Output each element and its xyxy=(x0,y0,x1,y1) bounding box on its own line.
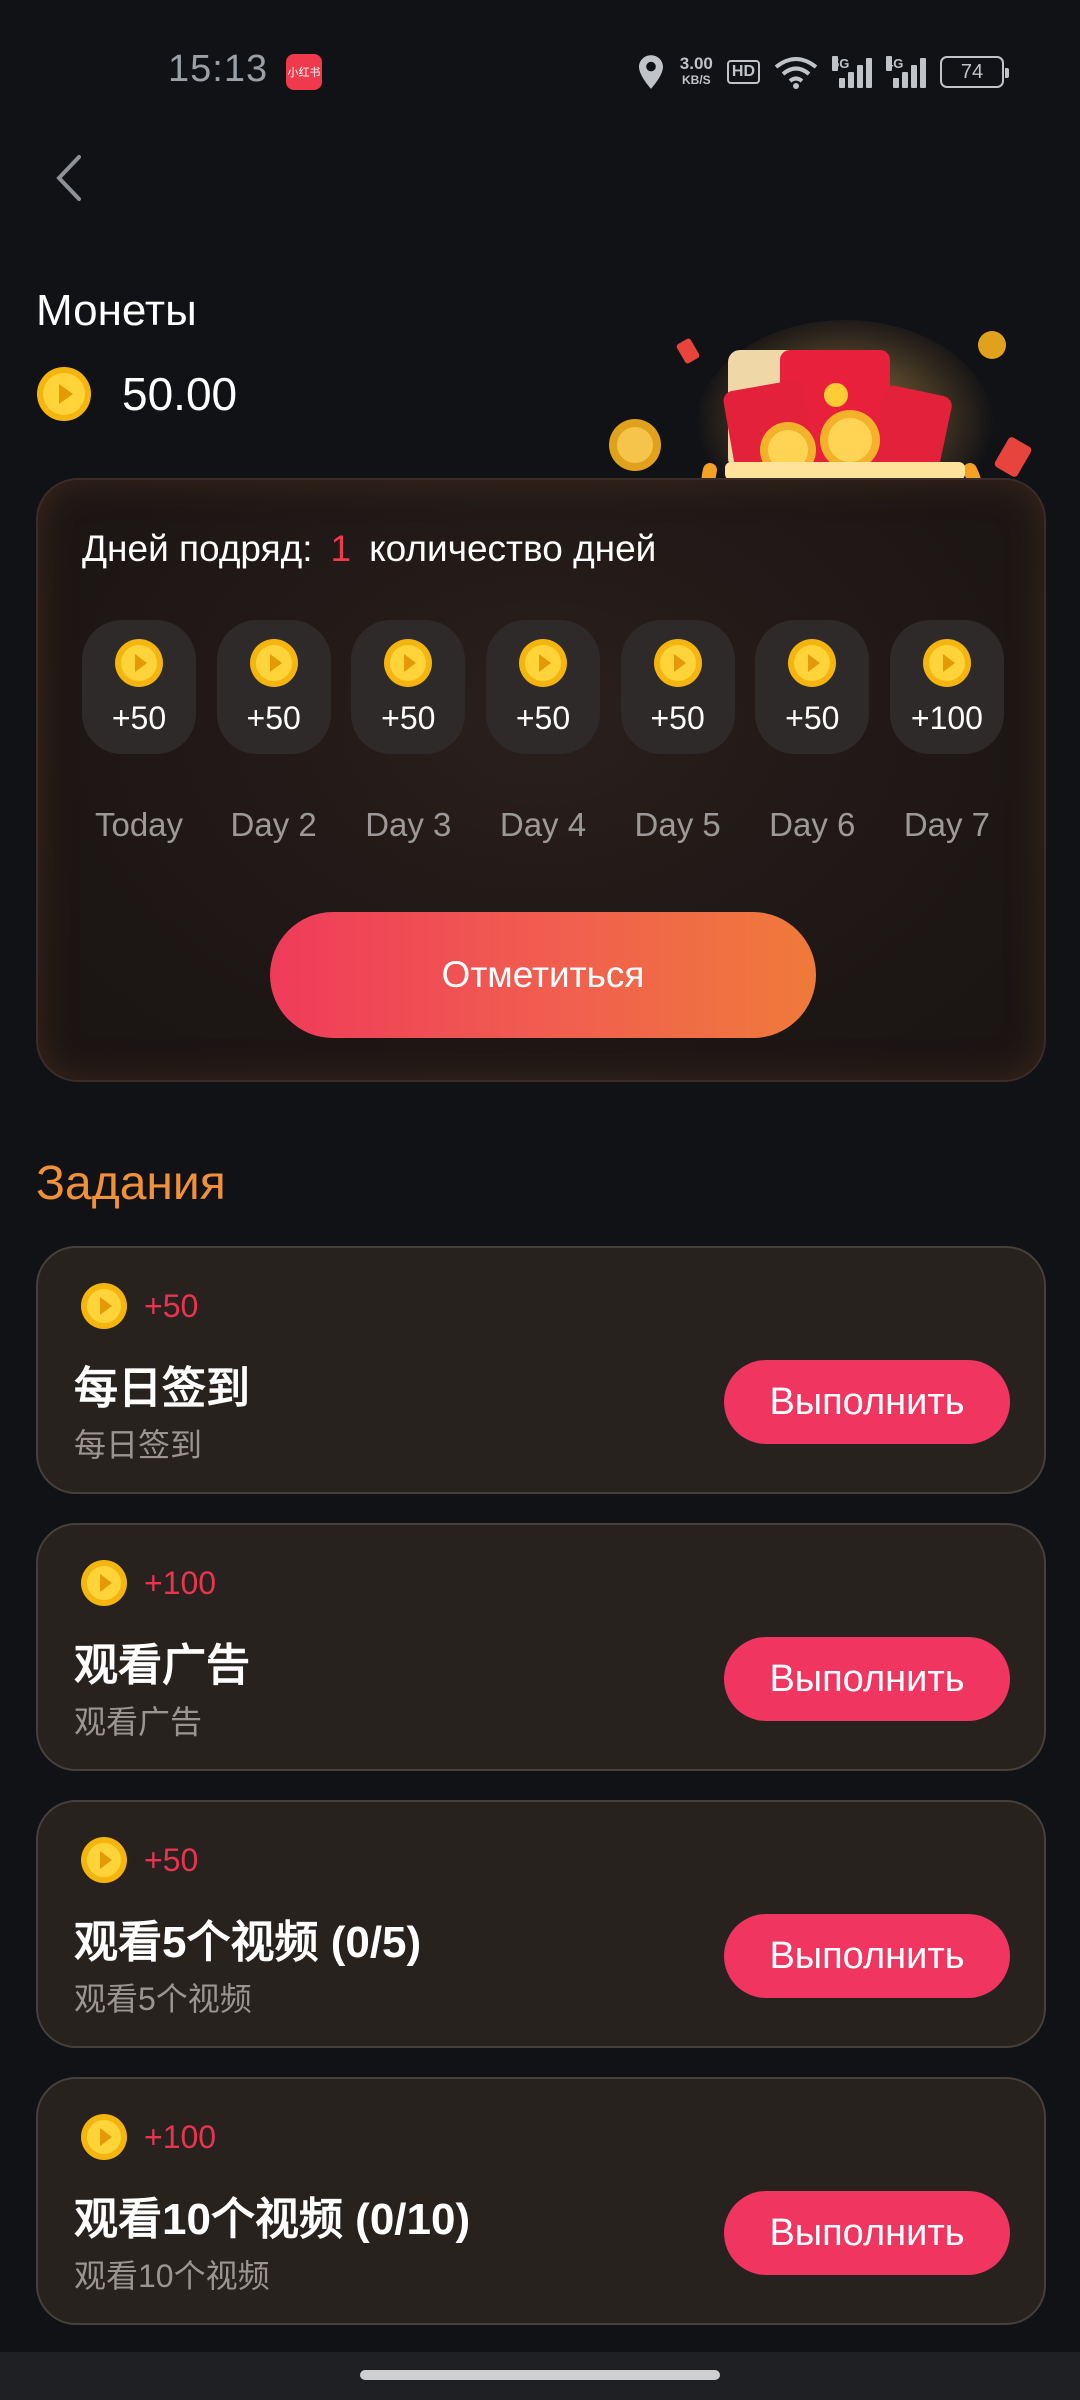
task-complete-button[interactable]: Выполнить xyxy=(724,1637,1010,1721)
day-label: Day 6 xyxy=(769,806,856,843)
coin-icon xyxy=(249,638,298,687)
checkin-button[interactable]: Отметиться xyxy=(270,912,816,1038)
coin-icon xyxy=(518,638,567,687)
task-reward-value: +100 xyxy=(144,1564,217,1601)
day-reward-value: +50 xyxy=(785,699,840,736)
day-reward-value: +50 xyxy=(111,699,167,736)
coin-icon xyxy=(37,367,91,421)
network-speed: 3.00 KB/S xyxy=(679,54,713,87)
task-description: 观看10个视频 xyxy=(74,2258,270,2294)
back-chevron-icon xyxy=(56,155,81,201)
checkin-card: Дней подряд: 1 количество дней +50 +50 +… xyxy=(36,478,1046,1082)
day-reward-item: +50 xyxy=(216,620,331,754)
streak-label: Дней подряд: xyxy=(82,528,313,569)
day-label: Today xyxy=(94,806,184,843)
status-icons: 3.00 KB/S HD 5G 4G 74 xyxy=(636,50,1009,94)
streak-count: 1 xyxy=(330,528,352,569)
coin-icon xyxy=(922,638,971,687)
status-bar: 15:13 小红书 3.00 KB/S HD 5G 4G 74 xyxy=(0,0,1080,140)
task-name: 观看10个视频 (0/10) xyxy=(74,2195,471,2244)
task-name: 观看广告 xyxy=(74,1641,250,1690)
task-card: +100 观看广告 观看广告 Выполнить xyxy=(36,1523,1046,1771)
task-description: 每日签到 xyxy=(74,1427,203,1463)
task-name: 每日签到 xyxy=(74,1364,250,1413)
tasks-section-title: Задания xyxy=(36,1157,226,1210)
day-reward-item: +50 xyxy=(485,620,600,754)
coin-icon xyxy=(653,638,702,687)
task-card: +50 每日签到 每日签到 Выполнить xyxy=(36,1246,1046,1494)
task-reward-value: +50 xyxy=(144,1841,199,1878)
status-time: 15:13 xyxy=(168,48,269,90)
day-reward-item: +50 xyxy=(620,620,735,754)
day-label: Day 7 xyxy=(903,806,991,843)
location-icon xyxy=(638,55,663,89)
balance-value: 50.00 xyxy=(122,368,238,420)
coin-icon xyxy=(788,638,837,687)
day-reward-value: +50 xyxy=(246,699,301,736)
day-reward-value: +50 xyxy=(650,699,705,736)
day-labels: Today Day 2 Day 3 Day 4 Day 5 Day 6 Day … xyxy=(82,806,1004,844)
task-card: +100 观看10个视频 (0/10) 观看10个视频 Выполнить xyxy=(36,2077,1046,2325)
coin-icon xyxy=(81,1560,127,1606)
task-reward-value: +100 xyxy=(144,2118,217,2155)
task-reward: +50 xyxy=(80,1836,198,1884)
day-reward-item: +50 xyxy=(351,620,466,754)
signal-icon: 5G xyxy=(832,56,872,88)
task-reward-value: +50 xyxy=(144,1287,199,1324)
streak-suffix: количество дней xyxy=(369,528,657,569)
home-indicator[interactable] xyxy=(360,2370,720,2380)
day-label: Day 3 xyxy=(365,806,452,843)
task-name: 观看5个视频 (0/5) xyxy=(74,1918,422,1967)
coin-icon xyxy=(81,1283,127,1329)
battery-icon: 74 xyxy=(940,56,1009,88)
coin-icon xyxy=(384,638,433,687)
day-reward-item: +50 xyxy=(755,620,870,754)
app-notification-icon: 小红书 xyxy=(286,54,322,90)
day-reward-value: +50 xyxy=(381,699,436,736)
task-complete-button[interactable]: Выполнить xyxy=(724,2191,1010,2275)
task-reward: +100 xyxy=(80,1559,216,1607)
day-label: Day 2 xyxy=(230,806,317,843)
page-title: Монеты xyxy=(36,286,197,335)
coin-balance: 50.00 xyxy=(36,366,237,422)
hd-badge: HD xyxy=(726,60,760,84)
task-description: 观看广告 xyxy=(74,1704,203,1740)
task-description: 观看5个视频 xyxy=(74,1981,252,2017)
task-complete-button[interactable]: Выполнить xyxy=(724,1914,1010,1998)
wifi-icon xyxy=(774,57,818,89)
task-card: +50 观看5个视频 (0/5) 观看5个视频 Выполнить xyxy=(36,1800,1046,2048)
streak-info: Дней подряд: 1 количество дней xyxy=(82,528,656,570)
day-label: Day 5 xyxy=(634,806,721,843)
day-reward-item: +50 xyxy=(82,620,196,754)
task-reward: +50 xyxy=(80,1282,198,1330)
coin-icon xyxy=(81,2114,127,2160)
coin-icon xyxy=(81,1837,127,1883)
day-reward-item: +100 xyxy=(889,620,1004,754)
days-row: +50 +50 +50 +50 +50 +50 +100 xyxy=(82,620,1004,754)
signal-icon: 4G xyxy=(886,56,926,88)
day-reward-value: +50 xyxy=(515,699,571,736)
day-reward-value: +100 xyxy=(910,699,983,736)
coin-icon xyxy=(115,638,163,687)
back-button[interactable] xyxy=(40,146,96,210)
day-label: Day 4 xyxy=(499,806,587,843)
task-reward: +100 xyxy=(80,2113,216,2161)
task-complete-button[interactable]: Выполнить xyxy=(724,1360,1010,1444)
